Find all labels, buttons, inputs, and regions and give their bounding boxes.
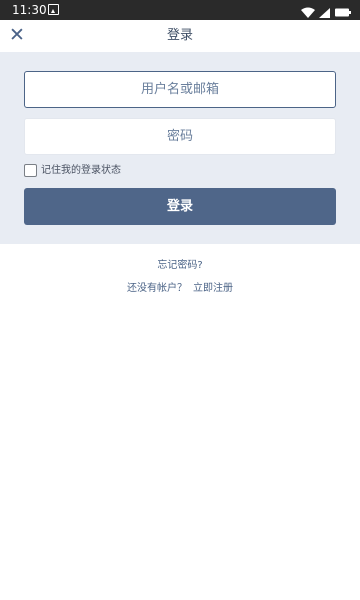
register-row: 还没有帐户？ 立即注册	[0, 282, 360, 296]
forgot-password-link[interactable]: 忘记密码?	[0, 259, 360, 273]
battery-icon	[335, 8, 351, 17]
page-title: 登录	[166, 28, 193, 43]
remember-me-label: 记住我的登录状态	[41, 165, 121, 176]
register-link[interactable]: 立即注册	[193, 283, 233, 294]
app-notification-icon	[48, 4, 59, 15]
no-account-text: 还没有帐户？	[127, 283, 187, 294]
login-button[interactable]: 登录	[24, 188, 336, 225]
login-form-panel: 记住我的登录状态 登录	[0, 52, 360, 244]
app-bar: ✕ 登录	[0, 20, 360, 52]
username-input[interactable]	[24, 71, 336, 108]
status-bar: 11:30	[0, 0, 360, 20]
status-time: 11:30	[12, 3, 47, 17]
status-indicators	[300, 4, 352, 18]
wifi-icon	[301, 7, 315, 18]
signal-icon	[319, 8, 330, 18]
remember-me-checkbox[interactable]	[24, 164, 37, 177]
password-input[interactable]	[24, 118, 336, 155]
